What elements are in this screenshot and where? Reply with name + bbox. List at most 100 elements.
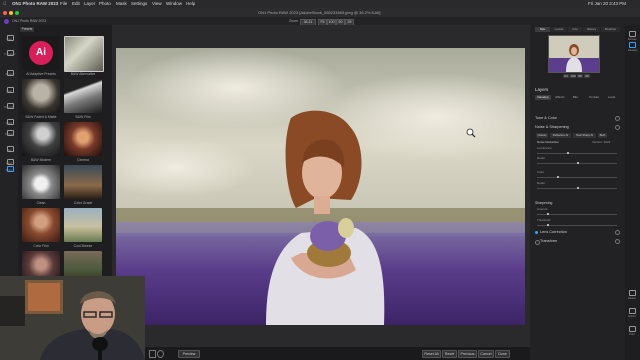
navigator-thumbnail[interactable]	[548, 35, 600, 73]
zoom-label: Zoom	[289, 19, 298, 23]
zoom-tool[interactable]: Zoom	[4, 166, 14, 172]
crop-tool[interactable]: Crop	[4, 35, 14, 41]
cancel-button[interactable]: Cancel	[478, 350, 494, 358]
hand-tool[interactable]: Hand	[4, 159, 14, 165]
refine-tool[interactable]: Refine	[4, 130, 14, 136]
tab-portrait[interactable]: Portrait	[585, 95, 603, 100]
preview-button[interactable]: Preview	[178, 350, 200, 358]
noise-classic-chip[interactable]: Classic	[536, 133, 548, 138]
preset-category[interactable]: Clean	[22, 165, 60, 205]
tab-develop[interactable]: Develop	[535, 95, 551, 100]
module-print[interactable]: Print	[628, 326, 636, 336]
luminance-label: Luminance	[537, 146, 552, 150]
menubar-app-name[interactable]: ON1 Photo RAW 2023	[12, 0, 58, 8]
preset-category[interactable]: Color Grade	[64, 165, 102, 205]
nav-zoom-100[interactable]: 100	[570, 74, 576, 78]
menu-window[interactable]: Window	[166, 0, 182, 8]
lens-correction-toggle[interactable]	[615, 230, 620, 235]
text-tool[interactable]: Text	[4, 146, 14, 152]
preset-category[interactable]: B&W Alternative	[64, 36, 104, 76]
window-titlebar: ON1 Photo RAW 2023 [AdobeStock_565233463…	[0, 8, 640, 17]
preset-category[interactable]: B&W Film	[64, 79, 102, 119]
menu-photo[interactable]: Photo	[99, 0, 111, 8]
noise-tacksharp-chip[interactable]: Tack Sharp AI	[573, 133, 596, 138]
tone-color-toggle[interactable]	[615, 116, 620, 121]
tab-info[interactable]: Info	[568, 27, 582, 32]
right-panel: Nav Levels Info History Brushes Fit 100 …	[530, 25, 625, 360]
color-label: Color	[537, 170, 545, 174]
layers-header[interactable]: Layers	[535, 87, 548, 92]
minimize-window-button[interactable]	[9, 10, 13, 15]
compare-icon[interactable]	[149, 350, 156, 358]
preset-category[interactable]: Ai AI Adaptive Presets	[22, 36, 60, 76]
amount-slider[interactable]	[537, 212, 617, 216]
presets-tab[interactable]: Presets	[20, 27, 34, 32]
reset-button[interactable]: Reset	[442, 350, 457, 358]
nav-zoom-fit[interactable]: Fit	[563, 74, 569, 78]
apple-icon[interactable]: 	[3, 0, 6, 8]
reset-all-button[interactable]: Reset All	[422, 350, 441, 358]
menu-edit[interactable]: Edit	[72, 0, 80, 8]
tab-local[interactable]: Local	[604, 95, 619, 100]
preset-category[interactable]: B&W Modern	[22, 122, 60, 162]
noise-reflective-chip[interactable]: Reflective AI	[550, 133, 571, 138]
zoom-window-button[interactable]	[15, 10, 19, 15]
detail-slider[interactable]	[537, 161, 617, 165]
preset-category[interactable]: B&W Faded & Matte	[22, 79, 60, 119]
module-develop[interactable]: Develop	[628, 42, 638, 52]
tone-color-section[interactable]: Tone & Color	[535, 116, 557, 120]
menu-mask[interactable]: Mask	[116, 0, 127, 8]
previous-button[interactable]: Previous	[458, 350, 477, 358]
main-photo[interactable]	[116, 48, 525, 325]
module-bar: Browse Develop Resize Export Print	[625, 25, 640, 360]
lens-correction-indicator	[535, 231, 538, 234]
noise-both-chip[interactable]: Both	[598, 133, 607, 138]
menu-layer[interactable]: Layer	[84, 0, 95, 8]
nav-zoom-50[interactable]: 50	[577, 74, 583, 78]
presenter-video	[0, 276, 145, 360]
lens-correction-section[interactable]: Lens Correction	[540, 230, 567, 234]
noise-reduction-label: Noise Reduction	[537, 140, 560, 144]
tab-nav[interactable]: Nav	[535, 27, 550, 32]
transform-toggle[interactable]	[615, 239, 620, 244]
preset-thumbnail	[64, 165, 102, 199]
menu-settings[interactable]: Settings	[131, 0, 147, 8]
preset-thumbnail	[22, 208, 60, 242]
sharpening-header[interactable]: Sharpening	[535, 201, 552, 205]
brush-tool[interactable]: Brush	[4, 70, 14, 76]
retouch-tool[interactable]: Retouch	[4, 103, 14, 109]
noise-sharpening-toggle[interactable]	[615, 125, 620, 130]
luminance-slider[interactable]	[537, 151, 617, 155]
top-toolbar: ON1 Photo RAW 2023 Zoom 36.21 Fit 100 50…	[0, 17, 640, 26]
noise-sharpening-section[interactable]: Noise & Sharpening	[535, 125, 569, 129]
tab-blur[interactable]: Blur	[569, 95, 582, 100]
tab-effects[interactable]: Effects	[552, 95, 568, 100]
preset-category[interactable]: Color Film	[22, 208, 60, 248]
menu-help[interactable]: Help	[186, 0, 195, 8]
module-resize[interactable]: Resize	[628, 290, 636, 300]
detail-label: Detail	[537, 156, 545, 160]
transform-section[interactable]: Transform	[540, 239, 557, 243]
nav-zoom-25[interactable]: 25	[584, 74, 590, 78]
mask-tool[interactable]: Mask	[4, 119, 14, 125]
tab-history[interactable]: History	[583, 27, 600, 32]
heal-tool[interactable]: Heal	[4, 87, 14, 93]
preset-category[interactable]: Cool Breeze	[64, 208, 102, 248]
ai-logo-icon: Ai	[29, 41, 53, 65]
detail2-slider[interactable]	[537, 186, 617, 190]
eye-icon[interactable]	[157, 350, 164, 358]
transform-tool[interactable]: Transform	[4, 50, 16, 56]
tab-brushes[interactable]: Brushes	[601, 27, 620, 32]
threshold-slider[interactable]	[537, 223, 617, 227]
module-browse[interactable]: Browse	[628, 31, 637, 41]
amount-label: Amount	[537, 207, 548, 211]
done-button[interactable]: Done	[495, 350, 510, 358]
menu-view[interactable]: View	[152, 0, 162, 8]
webcam-overlay	[0, 276, 145, 360]
close-window-button[interactable]	[3, 10, 7, 15]
preset-category[interactable]: Cinema	[64, 122, 102, 162]
module-export[interactable]: Export	[628, 308, 636, 318]
color-slider[interactable]	[537, 175, 617, 179]
menu-file[interactable]: File	[60, 0, 67, 8]
tab-levels[interactable]: Levels	[551, 27, 567, 32]
